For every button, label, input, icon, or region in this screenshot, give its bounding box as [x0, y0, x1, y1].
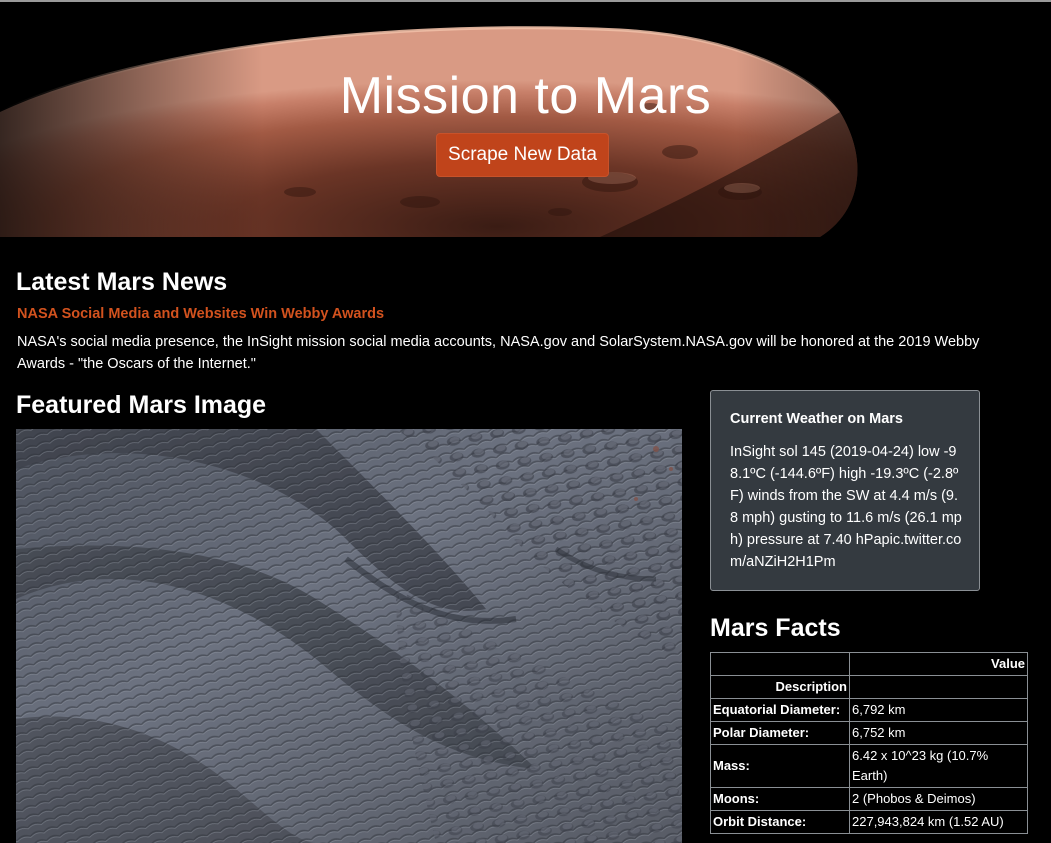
table-header-row: Value	[710, 652, 1028, 676]
table-index-empty	[849, 675, 1028, 699]
weather-card-title: Current Weather on Mars	[730, 411, 903, 427]
latest-news-heading: Latest Mars News	[16, 268, 228, 296]
table-index-row: Description	[710, 675, 1028, 699]
fact-label: Orbit Distance:	[710, 810, 850, 834]
news-title-link[interactable]: NASA Social Media and Websites Win Webby…	[17, 306, 384, 322]
table-row: Orbit Distance: 227,943,824 km (1.52 AU)	[710, 810, 1028, 834]
featured-mars-image	[16, 429, 682, 843]
mars-facts-table: Value Description Equatorial Diameter: 6…	[710, 652, 1028, 834]
fact-value: 227,943,824 km (1.52 AU)	[849, 810, 1028, 834]
table-row: Polar Diameter: 6,752 km	[710, 721, 1028, 745]
fact-value: 6,792 km	[849, 698, 1028, 722]
fact-label: Equatorial Diameter:	[710, 698, 850, 722]
fact-value: 6,752 km	[849, 721, 1028, 745]
fact-label: Mass:	[710, 744, 850, 788]
table-row: Mass: 6.42 x 10^23 kg (10.7% Earth)	[710, 744, 1028, 788]
hero-banner: Mission to Mars Scrape New Data	[0, 2, 1051, 237]
news-paragraph: NASA's social media presence, the InSigh…	[17, 334, 980, 372]
fact-value: 6.42 x 10^23 kg (10.7% Earth)	[849, 744, 1028, 788]
fact-label: Polar Diameter:	[710, 721, 850, 745]
scrape-new-data-button[interactable]: Scrape New Data	[436, 133, 609, 177]
table-header-empty	[710, 652, 850, 676]
table-header-value: Value	[849, 652, 1028, 676]
fact-value: 2 (Phobos & Deimos)	[849, 787, 1028, 811]
fact-label: Moons:	[710, 787, 850, 811]
page-title: Mission to Mars	[339, 67, 712, 125]
mars-facts-heading: Mars Facts	[710, 614, 841, 642]
weather-report-text: InSight sol 145 (2019-04-24) low -98.1ºC…	[730, 444, 962, 570]
table-index-label: Description	[710, 675, 850, 699]
weather-card: Current Weather on Mars InSight sol 145 …	[710, 390, 980, 591]
table-row: Moons: 2 (Phobos & Deimos)	[710, 787, 1028, 811]
table-row: Equatorial Diameter: 6,792 km	[710, 698, 1028, 722]
featured-image-heading: Featured Mars Image	[16, 391, 267, 419]
